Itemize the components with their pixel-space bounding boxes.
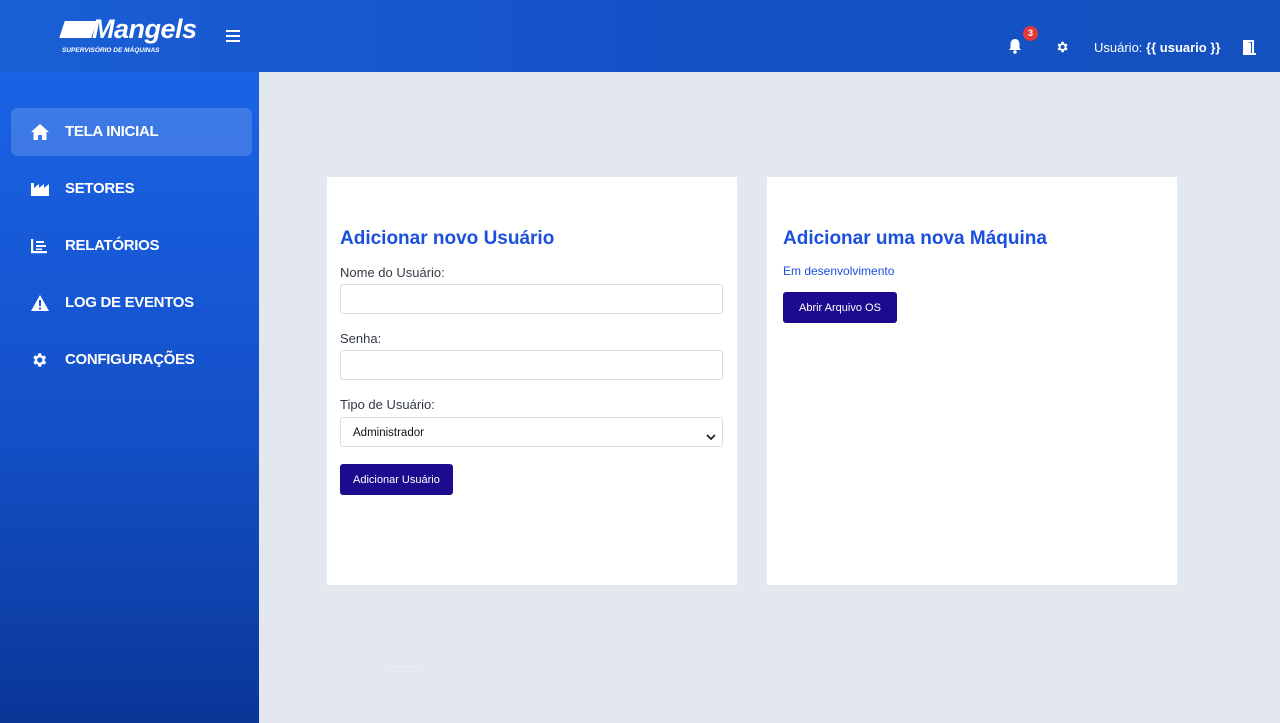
user-name: {{ usuario }} [1146, 40, 1221, 55]
sidebar-item-setores[interactable]: SETORES [11, 165, 252, 213]
logo-subtitle: SUPERVISÓRIO DE MÁQUINAS [62, 47, 160, 54]
gear-icon[interactable] [1055, 40, 1069, 54]
warning-icon [30, 294, 50, 312]
sidebar-item-label: CONFIGURAÇÕES [65, 351, 195, 368]
bell-icon[interactable] [1008, 38, 1022, 54]
logo-text: Mangels [92, 14, 197, 44]
sidebar-item-label: SETORES [65, 180, 135, 197]
add-user-title: Adicionar novo Usuário [340, 228, 555, 249]
user-type-select[interactable]: Administrador [340, 417, 723, 447]
factory-icon [30, 180, 50, 198]
sidebar-item-relatorios[interactable]: RELATÓRIOS [11, 222, 252, 270]
user-type-label: Tipo de Usuário: [340, 397, 435, 412]
user-prefix: Usuário: [1094, 40, 1143, 55]
development-status: Em desenvolvimento [783, 264, 895, 278]
sidebar-item-label: LOG DE EVENTOS [65, 294, 194, 311]
username-input[interactable] [340, 284, 723, 314]
add-user-card: Adicionar novo Usuário Nome do Usuário: … [327, 177, 737, 585]
divider [387, 666, 417, 667]
sidebar-item-tela-inicial[interactable]: TELA INICIAL [11, 108, 252, 156]
sidebar: TELA INICIAL SETORES RELATÓRIOS LOG DE E… [0, 72, 259, 723]
top-navbar: Mangels SUPERVISÓRIO DE MÁQUINAS 3 Usuár… [0, 0, 1280, 72]
notification-badge: 3 [1023, 26, 1038, 41]
sidebar-item-label: RELATÓRIOS [65, 237, 160, 254]
current-user: Usuário: {{ usuario }} [1094, 40, 1220, 55]
add-user-button[interactable]: Adicionar Usuário [340, 464, 453, 495]
chart-bars-icon [30, 237, 50, 255]
username-label: Nome do Usuário: [340, 265, 445, 280]
sidebar-item-configuracoes[interactable]: CONFIGURAÇÕES [11, 336, 252, 384]
sidebar-item-log-de-eventos[interactable]: LOG DE EVENTOS [11, 279, 252, 327]
chevron-down-icon [706, 428, 716, 441]
password-label: Senha: [340, 331, 382, 346]
open-os-file-button[interactable]: Abrir Arquivo OS [783, 292, 897, 323]
add-machine-card: Adicionar uma nova Máquina Em desenvolvi… [767, 177, 1177, 585]
menu-icon[interactable] [226, 30, 240, 42]
password-input[interactable] [340, 350, 723, 380]
gear-icon [30, 351, 50, 369]
logout-door-icon[interactable] [1243, 40, 1256, 55]
sidebar-item-label: TELA INICIAL [65, 123, 159, 140]
add-machine-title: Adicionar uma nova Máquina [783, 228, 1047, 249]
home-icon [30, 123, 50, 141]
brand-logo[interactable]: Mangels SUPERVISÓRIO DE MÁQUINAS [59, 14, 202, 58]
user-type-selected: Administrador [353, 427, 424, 439]
